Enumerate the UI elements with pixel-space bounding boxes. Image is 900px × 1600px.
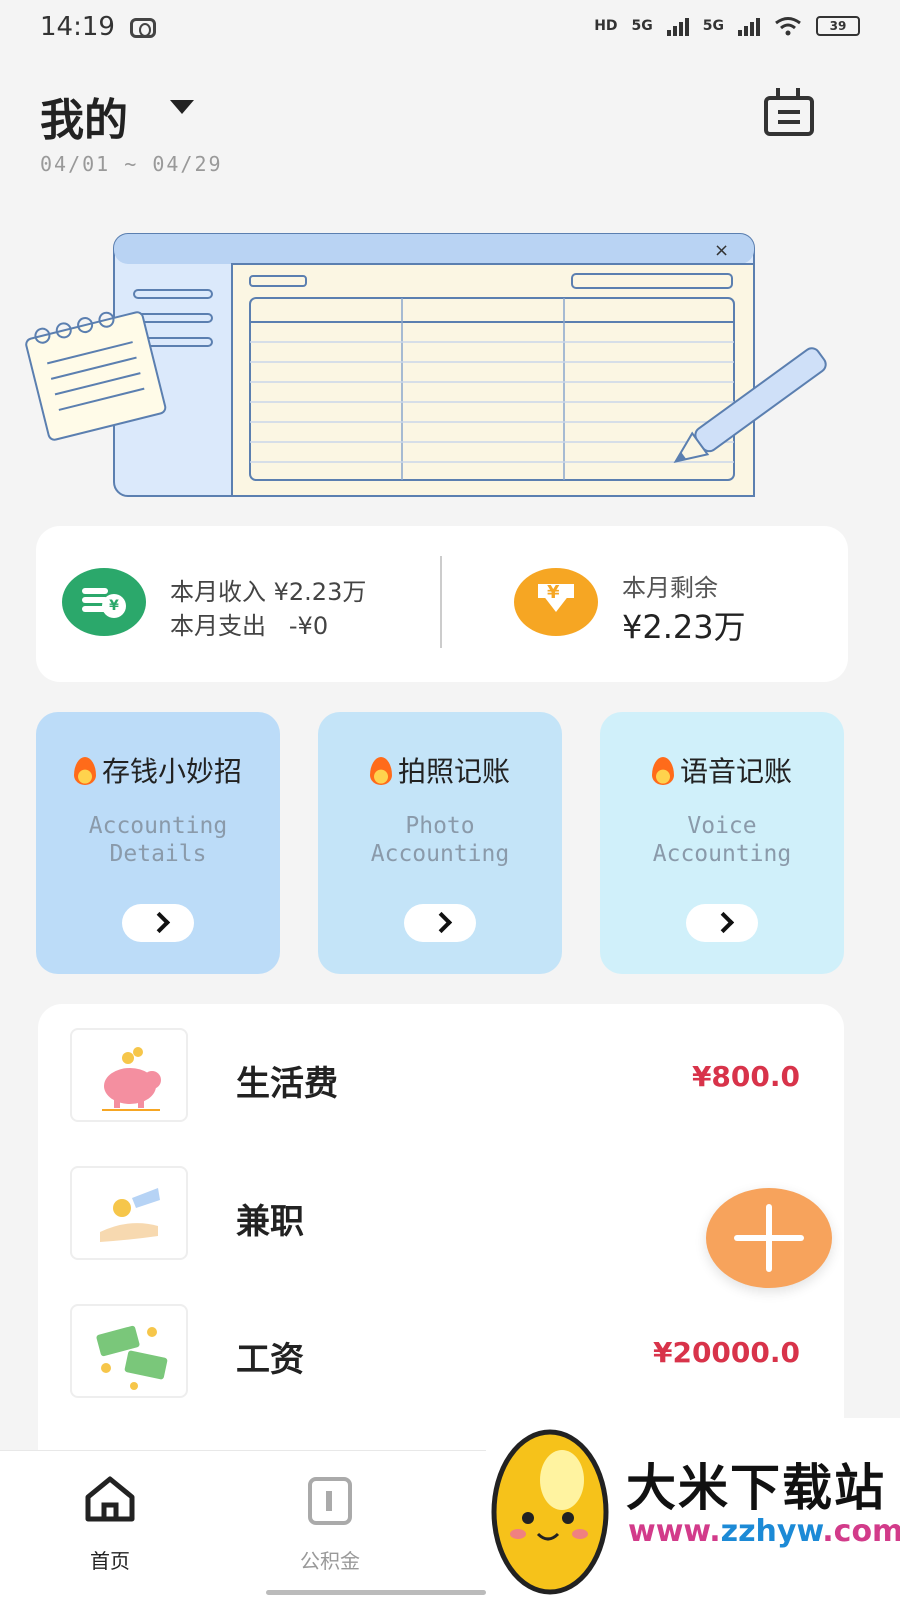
piggy-bank-icon: [70, 1028, 188, 1122]
chevron-right-icon[interactable]: [122, 904, 194, 942]
feature-subtitle-line2: Accounting: [652, 841, 792, 867]
add-record-button[interactable]: [706, 1188, 832, 1288]
remaining-label: 本月剩余: [622, 574, 718, 602]
monthly-income: 本月收入 ¥2.23万: [170, 578, 367, 606]
nav-item-home[interactable]: 首页: [50, 1471, 170, 1581]
remaining-value: ¥2.23万: [622, 608, 746, 646]
page-title[interactable]: 我的: [40, 84, 128, 148]
hd-indicator: HD: [594, 18, 618, 34]
home-icon: [85, 1476, 135, 1522]
spreadsheet-illustration: ×: [25, 233, 827, 497]
nav-item-fund[interactable]: 公积金: [270, 1471, 390, 1581]
mascot-logo-icon: [491, 1429, 609, 1595]
feature-subtitle-line2: Accounting: [370, 841, 510, 867]
feature-title: 存钱小妙招: [101, 755, 242, 788]
dropdown-caret-icon[interactable]: [170, 100, 194, 114]
record-name: 兼职: [236, 1202, 304, 1242]
feature-card-photo-accounting[interactable]: 拍照记账 Photo Accounting: [318, 712, 562, 974]
record-name: 生活费: [236, 1064, 338, 1104]
feature-card-voice-accounting[interactable]: 语音记账 Voice Accounting: [600, 712, 844, 974]
list-item[interactable]: 生活费 ¥800.0: [38, 1028, 844, 1124]
wifi-icon: [775, 17, 801, 36]
feature-subtitle-line1: Photo: [405, 813, 475, 839]
feature-subtitle-line1: Accounting: [88, 813, 228, 839]
yen-download-icon: ¥: [514, 568, 598, 636]
watermark-url: www.zzhyw.com: [628, 1514, 900, 1549]
signal-icon-2: [738, 16, 760, 36]
date-range: 04/01 ~ 04/29: [40, 152, 223, 176]
fund-icon: [308, 1477, 352, 1525]
nav-label-home: 首页: [90, 1549, 130, 1573]
monthly-summary-card: ¥ 本月收入 ¥2.23万 本月支出 -¥0 ¥ 本月剩余 ¥2.23万: [36, 526, 848, 682]
record-amount: ¥800.0: [691, 1060, 800, 1093]
signal-icon: [666, 16, 689, 36]
chevron-right-icon[interactable]: [404, 904, 476, 942]
chevron-right-icon[interactable]: [686, 904, 758, 942]
home-indicator: [266, 1590, 486, 1595]
money-icon: [70, 1304, 188, 1398]
calendar-button[interactable]: [764, 88, 814, 136]
feature-subtitle-line1: Voice: [687, 813, 757, 839]
record-name: 工资: [236, 1340, 304, 1380]
fire-icon: [369, 757, 392, 785]
signal-5g-label-1: 5G: [631, 18, 653, 34]
signal-5g-label-2: 5G: [702, 18, 724, 34]
watermark-title: 大米下载站: [626, 1459, 886, 1517]
battery-icon: 39: [816, 16, 860, 36]
notification-icon: [130, 18, 156, 38]
monthly-expense: 本月支出 -¥0: [170, 612, 329, 640]
feature-subtitle-line2: Details: [109, 841, 207, 867]
record-amount: ¥20000.0: [652, 1336, 800, 1369]
hand-coin-icon: [70, 1166, 188, 1260]
feature-title: 语音记账: [679, 755, 792, 788]
status-bar: 14:19 HD 5G 5G 39: [0, 0, 900, 56]
status-time: 14:19: [40, 12, 115, 42]
nav-label-fund: 公积金: [300, 1549, 360, 1573]
watermark: 大米下载站 www.zzhyw.com: [486, 1418, 900, 1600]
coins-icon: ¥: [62, 568, 146, 636]
svg-text:×: ×: [714, 240, 729, 261]
feature-card-saving-tips[interactable]: 存钱小妙招 Accounting Details: [36, 712, 280, 974]
list-item[interactable]: 工资 ¥20000.0: [38, 1304, 844, 1400]
summary-divider: [440, 556, 442, 648]
fire-icon: [651, 757, 674, 785]
status-indicators: HD 5G 5G 39: [594, 16, 860, 36]
feature-title: 拍照记账: [397, 755, 510, 788]
fire-icon: [73, 757, 96, 785]
